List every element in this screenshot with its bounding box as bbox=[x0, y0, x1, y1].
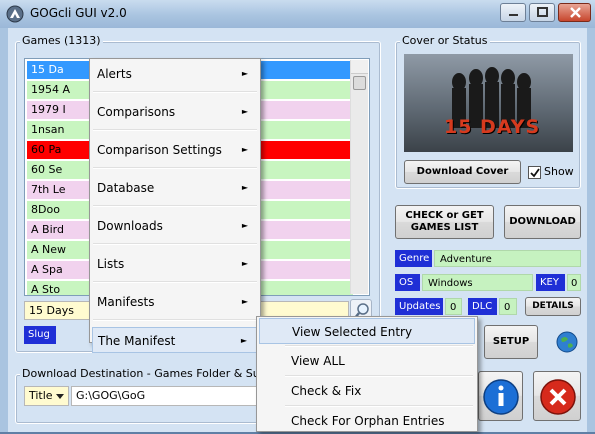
menu-item-label: Alerts bbox=[97, 67, 132, 81]
maximize-icon bbox=[537, 7, 548, 17]
submenu-item-check-fix[interactable]: Check & Fix bbox=[259, 378, 475, 404]
close-window-button[interactable] bbox=[558, 3, 591, 22]
menu-item-downloads[interactable]: Downloads ► bbox=[92, 213, 258, 239]
show-cover-label: Show bbox=[544, 165, 574, 178]
menu-item-comparison-settings[interactable]: Comparison Settings ► bbox=[92, 137, 258, 163]
info-icon bbox=[483, 379, 519, 415]
menu-separator bbox=[93, 91, 257, 93]
key-label: KEY bbox=[536, 274, 565, 291]
submenu-item-check-for-orphan-entries[interactable]: Check For Orphan Entries bbox=[259, 408, 475, 434]
submenu-arrow-icon: ► bbox=[240, 336, 247, 345]
key-value: 0 bbox=[567, 274, 581, 291]
cover-art-title: 15 DAYS bbox=[444, 116, 541, 138]
menu-item-alerts[interactable]: Alerts ► bbox=[92, 61, 258, 87]
menu-item-label: Downloads bbox=[97, 219, 163, 233]
minimize-button[interactable] bbox=[500, 3, 526, 22]
genre-label: Genre bbox=[395, 250, 432, 267]
download-path-input[interactable]: G:\GOG\GoG bbox=[71, 386, 261, 406]
games-group-label: Games (1313) bbox=[20, 34, 103, 47]
close-icon bbox=[570, 7, 581, 18]
menu-item-manifests[interactable]: Manifests ► bbox=[92, 289, 258, 315]
dlc-value: 0 bbox=[499, 298, 517, 315]
menu-separator bbox=[93, 167, 257, 169]
menu-item-label: Database bbox=[97, 181, 155, 195]
menu-item-the-manifest[interactable]: The Manifest ► bbox=[92, 327, 258, 353]
check-get-line1: CHECK or GET bbox=[405, 210, 484, 221]
menu-item-lists[interactable]: Lists ► bbox=[92, 251, 258, 277]
submenu-item-view-selected-entry[interactable]: View Selected Entry bbox=[259, 318, 475, 344]
scroll-up-arrow[interactable] bbox=[351, 60, 368, 74]
menu-item-label: Comparison Settings bbox=[97, 143, 222, 157]
submenu-separator bbox=[285, 375, 473, 377]
os-label: OS bbox=[395, 274, 420, 291]
cover-image: 15 DAYS bbox=[404, 54, 573, 152]
genre-value: Adventure bbox=[434, 250, 581, 267]
the-manifest-submenu[interactable]: View Selected Entry View ALL Check & Fix Ch… bbox=[256, 316, 478, 432]
globe-button[interactable] bbox=[555, 330, 579, 354]
show-cover-checkbox[interactable] bbox=[528, 166, 541, 179]
menu-item-comparisons[interactable]: Comparisons ► bbox=[92, 99, 258, 125]
submenu-separator bbox=[285, 345, 473, 347]
exit-button[interactable] bbox=[533, 371, 581, 421]
chevron-down-icon[interactable] bbox=[53, 388, 67, 404]
submenu-arrow-icon: ► bbox=[241, 259, 248, 268]
menu-item-label: Comparisons bbox=[97, 105, 176, 119]
download-button[interactable]: DOWNLOAD bbox=[504, 205, 581, 239]
check-get-games-list-button[interactable]: CHECK or GET GAMES LIST bbox=[395, 205, 494, 239]
os-value: Windows bbox=[422, 274, 533, 291]
menu-separator bbox=[93, 243, 257, 245]
submenu-arrow-icon: ► bbox=[241, 297, 248, 306]
setup-button[interactable]: SETUP bbox=[484, 325, 538, 359]
menu-separator bbox=[93, 281, 257, 283]
submenu-item-view-all[interactable]: View ALL bbox=[259, 348, 475, 374]
app-logo-icon bbox=[6, 5, 24, 23]
slug-label[interactable]: Slug bbox=[24, 326, 56, 344]
scroll-thumb[interactable] bbox=[353, 76, 366, 90]
download-cover-button[interactable]: Download Cover bbox=[404, 160, 521, 184]
menu-item-label: Lists bbox=[97, 257, 125, 271]
updates-value: 0 bbox=[445, 298, 462, 315]
check-get-line2: GAMES LIST bbox=[410, 222, 479, 233]
updates-label: Updates bbox=[395, 298, 443, 315]
details-button[interactable]: DETAILS bbox=[525, 297, 581, 316]
cover-group-label: Cover or Status bbox=[400, 34, 490, 47]
globe-icon bbox=[556, 331, 578, 353]
exit-icon bbox=[540, 379, 576, 415]
window-title: GOGcli GUI v2.0 bbox=[30, 6, 127, 20]
menu-separator bbox=[93, 319, 257, 321]
menu-item-label: Manifests bbox=[97, 295, 155, 309]
submenu-arrow-icon: ► bbox=[241, 107, 248, 116]
submenu-arrow-icon: ► bbox=[241, 183, 248, 192]
context-menu[interactable]: Alerts ► Comparisons ► Comparison Settings ► D… bbox=[89, 58, 261, 353]
submenu-separator bbox=[285, 405, 473, 407]
title-bar[interactable]: GOGcli GUI v2.0 bbox=[0, 0, 595, 28]
menu-separator bbox=[93, 129, 257, 131]
maximize-button[interactable] bbox=[529, 3, 555, 22]
dlc-label: DLC bbox=[468, 298, 497, 315]
menu-item-database[interactable]: Database ► bbox=[92, 175, 258, 201]
checkmark-icon bbox=[530, 168, 540, 178]
submenu-arrow-icon: ► bbox=[241, 69, 248, 78]
info-button[interactable] bbox=[478, 371, 523, 421]
minimize-icon bbox=[509, 14, 518, 16]
submenu-arrow-icon: ► bbox=[241, 221, 248, 230]
submenu-arrow-icon: ► bbox=[241, 145, 248, 154]
games-list-scrollbar[interactable] bbox=[350, 60, 368, 294]
menu-item-label: The Manifest bbox=[98, 334, 176, 348]
menu-separator bbox=[93, 205, 257, 207]
